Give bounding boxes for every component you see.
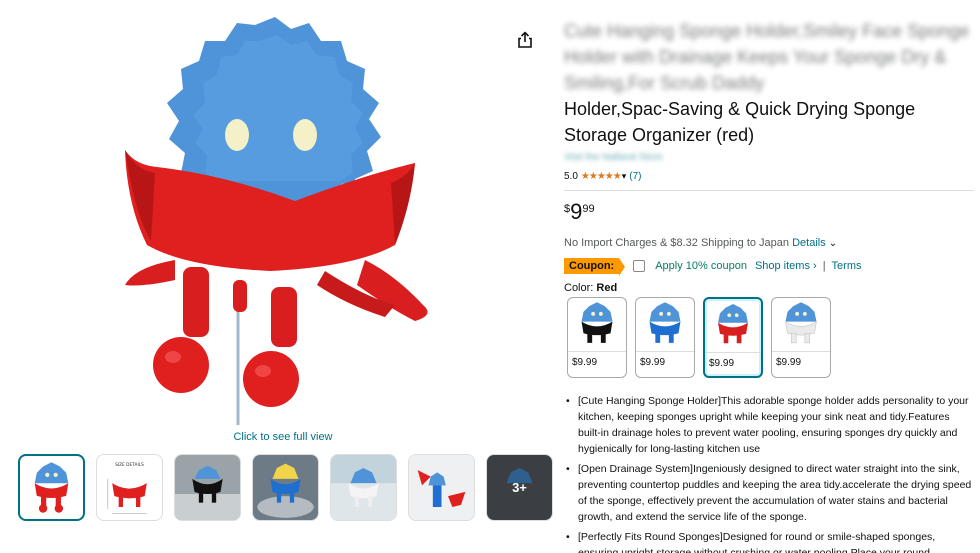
swatch-blue[interactable]: $9.99 <box>635 297 695 378</box>
color-label: Color: Red <box>564 282 974 295</box>
shop-items-link[interactable]: Shop items › <box>755 260 817 272</box>
swatch-white-image <box>785 302 817 344</box>
swatch-price: $9.99 <box>709 358 735 369</box>
thumbnail-size-details[interactable]: SIZE DETAILS <box>96 454 163 521</box>
swatch-price: $9.99 <box>572 357 598 368</box>
product-title-blurred: Cute Hanging Sponge Holder,Smiley Face S… <box>564 21 970 93</box>
thumbnail-yellow-sponge[interactable] <box>252 454 319 521</box>
thumb-wall-image <box>409 455 474 520</box>
feature-bullet: [Cute Hanging Sponge Holder]This adorabl… <box>564 393 974 457</box>
feature-bullet: [Perfectly Fits Round Sponges]Designed f… <box>564 529 974 553</box>
swatch-price: $9.99 <box>640 357 666 368</box>
price-fraction: 99 <box>582 203 595 215</box>
review-count-link[interactable]: (7) <box>629 171 641 182</box>
thumbnail-strip: SIZE DETAILS 3+ <box>18 454 553 521</box>
share-icon[interactable] <box>516 31 534 49</box>
thumb-window-image <box>331 455 396 520</box>
thumbnail-sponge-holder-red[interactable] <box>18 454 85 521</box>
rating-value: 5.0 <box>564 170 578 182</box>
coupon-badge: Coupon: <box>564 258 626 276</box>
star-rating-icon[interactable]: ★★★★★ <box>581 171 622 182</box>
thumbnail-window-blue[interactable] <box>330 454 397 521</box>
swatch-price: $9.99 <box>776 357 802 368</box>
selected-color-value: Red <box>596 282 618 294</box>
feature-bullet: [Open Drainage System]Ingeniously design… <box>564 461 974 525</box>
coupon-row: Coupon: Apply 10% coupon Shop items › | … <box>564 256 974 276</box>
coupon-separator: | <box>822 260 826 272</box>
swatch-blue-image <box>649 302 681 343</box>
thumb-sink-image <box>175 455 240 520</box>
thumb-red-holder-image <box>34 462 69 513</box>
shipping-details-link[interactable]: Details <box>792 237 826 249</box>
price-whole: 9 <box>570 199 583 224</box>
swatch-red[interactable]: $9.99 <box>703 297 763 378</box>
more-images-count: 3+ <box>512 480 527 495</box>
sponge-holder-illustration <box>125 17 428 425</box>
store-link[interactable]: Visit the Nalland Store <box>564 152 974 166</box>
coupon-terms-link[interactable]: Terms <box>832 260 862 272</box>
thumb-yellow-sponge-image <box>253 455 318 520</box>
thumbnail-more-images[interactable]: 3+ <box>486 454 553 521</box>
click-to-see-full-view-link[interactable]: Click to see full view <box>183 431 383 443</box>
main-product-image[interactable] <box>95 5 455 430</box>
rating-row: 5.0 ★★★★★ ▾ (7) <box>564 168 974 184</box>
product-info-panel: Cute Hanging Sponge Holder,Smiley Face S… <box>564 18 974 553</box>
feature-bullets: [Cute Hanging Sponge Holder]This adorabl… <box>564 393 974 553</box>
thumbnail-sink-black[interactable] <box>174 454 241 521</box>
swatch-white[interactable]: $9.99 <box>771 297 831 378</box>
product-title: Holder,Spac-Saving & Quick Drying Sponge… <box>564 99 916 145</box>
price: $ 9 99 <box>564 200 974 226</box>
swatch-black-image <box>581 302 613 343</box>
swatch-red-image <box>718 304 748 344</box>
color-label-text: Color: <box>564 282 594 294</box>
swatch-black[interactable]: $9.99 <box>567 297 627 378</box>
size-details-label: SIZE DETAILS <box>115 462 144 468</box>
thumbnail-wall-red[interactable] <box>408 454 475 521</box>
chevron-down-icon[interactable]: ▾ <box>622 171 627 182</box>
apply-coupon-label[interactable]: Apply 10% coupon <box>655 260 747 272</box>
shipping-info: No Import Charges & $8.32 Shipping to Ja… <box>564 237 974 251</box>
shipping-text: No Import Charges & $8.32 Shipping to Ja… <box>564 237 790 249</box>
chevron-down-icon[interactable]: ⌄ <box>829 238 837 249</box>
divider <box>564 190 974 191</box>
thumb-size-details-image: SIZE DETAILS <box>107 462 147 514</box>
coupon-checkbox[interactable] <box>633 260 646 272</box>
color-swatches: $9.99 $9.99 $9.99 $9.99 <box>567 297 974 378</box>
